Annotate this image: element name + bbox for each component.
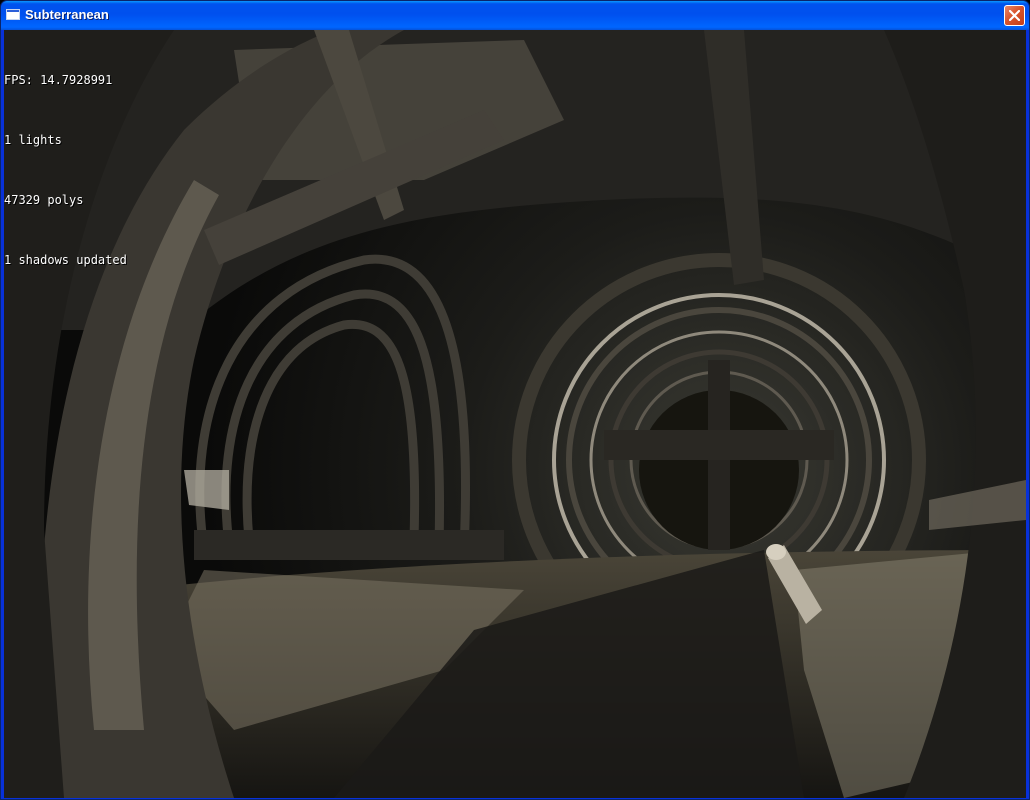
game-viewport[interactable]: FPS: 14.7928991 1 lights 47329 polys 1 s… (4, 30, 1026, 798)
cross-beam-horizontal (604, 430, 834, 460)
poly-count: 47329 polys (4, 193, 84, 207)
left-ledge (184, 470, 229, 510)
left-tunnel-floor (194, 530, 504, 560)
tunnel-scene (4, 30, 1026, 798)
window-title: Subterranean (25, 7, 109, 22)
light-count: 1 lights (4, 133, 62, 147)
close-icon (1009, 10, 1020, 21)
close-button[interactable] (1004, 5, 1025, 26)
fps-counter: FPS: 14.7928991 (4, 73, 113, 87)
shadow-update-count: 1 shadows updated (4, 253, 127, 267)
window-app-icon (6, 9, 20, 20)
debug-hud: FPS: 14.7928991 1 lights 47329 polys 1 s… (4, 30, 127, 310)
title-bar[interactable]: Subterranean (1, 1, 1029, 30)
game-window: Subterranean FPS: 14.7928991 1 lights 47… (0, 0, 1030, 800)
